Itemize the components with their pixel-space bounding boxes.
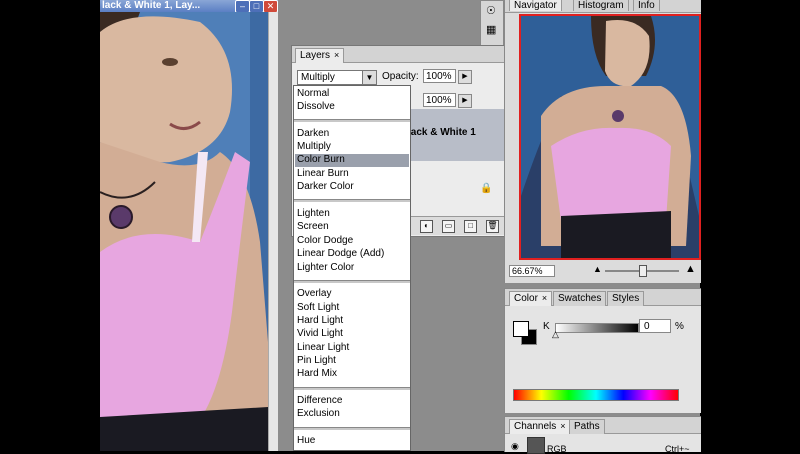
opacity-label: Opacity: <box>382 71 419 82</box>
trash-icon[interactable]: 🗑 <box>486 220 499 233</box>
tab-color[interactable]: Color × <box>509 291 553 306</box>
tab-navigator[interactable]: Navigator <box>509 0 562 11</box>
color-spectrum-bar[interactable] <box>513 389 679 401</box>
blend-separator <box>294 199 410 203</box>
zoom-in-icon[interactable]: ▲ <box>685 263 696 275</box>
layer-row-background[interactable] <box>408 161 516 216</box>
blend-item-hue[interactable]: Hue <box>297 435 315 447</box>
navigator-thumbnail <box>521 16 699 258</box>
blend-item-linear-dodge[interactable]: Linear Dodge (Add) <box>297 248 384 260</box>
lock-icon: 🔒 <box>480 183 493 194</box>
blend-item-darker-color[interactable]: Darker Color <box>297 181 354 193</box>
opacity-field[interactable]: 100% <box>423 69 456 83</box>
k-unit-label: % <box>675 321 684 332</box>
fill-field[interactable]: 100% <box>423 93 456 107</box>
k-value-field[interactable]: 0 <box>639 319 671 333</box>
blend-item-lighter-color[interactable]: Lighter Color <box>297 262 354 274</box>
channel-shortcut: Ctrl+~ <box>665 444 690 454</box>
blend-item-hard-mix[interactable]: Hard Mix <box>297 368 337 380</box>
tab-swatches[interactable]: Swatches <box>553 291 607 306</box>
foreground-color-swatch[interactable] <box>513 321 529 337</box>
letterbox-right <box>700 0 800 451</box>
opacity-arrow-icon[interactable]: ▶ <box>458 70 472 84</box>
blend-item-hard-light[interactable]: Hard Light <box>297 315 343 327</box>
blend-item-vivid-light[interactable]: Vivid Light <box>297 328 343 340</box>
blend-item-darken[interactable]: Darken <box>297 128 329 140</box>
document-window: lack & White 1, Lay... – □ ✕ <box>100 0 278 451</box>
blend-item-multiply[interactable]: Multiply <box>297 141 331 153</box>
blend-separator <box>294 427 410 431</box>
adjustment-layer-icon[interactable]: ◐ <box>420 220 433 233</box>
color-tabbar: Color × Swatches Styles <box>505 289 701 306</box>
blend-item-color-burn[interactable]: Color Burn <box>297 154 345 166</box>
tab-histogram[interactable]: Histogram <box>573 0 629 11</box>
blend-item-pin-light[interactable]: Pin Light <box>297 355 336 367</box>
tab-color-label: Color <box>514 293 538 304</box>
zoom-slider-thumb[interactable] <box>639 265 647 277</box>
close-icon[interactable]: × <box>560 421 565 431</box>
blend-item-screen[interactable]: Screen <box>297 221 329 233</box>
tab-layers-label: Layers <box>300 50 331 61</box>
document-scrollbar[interactable] <box>268 12 278 451</box>
blend-separator <box>294 387 410 391</box>
navigator-zoom-field[interactable]: 66.67% <box>509 265 555 277</box>
blend-item-overlay[interactable]: Overlay <box>297 288 331 300</box>
blend-mode-value: Multiply <box>301 72 335 83</box>
close-icon[interactable]: × <box>334 50 339 60</box>
photo-image <box>100 12 268 451</box>
blend-separator <box>294 119 410 123</box>
blend-item-linear-burn[interactable]: Linear Burn <box>297 168 349 180</box>
blend-item-exclusion[interactable]: Exclusion <box>297 408 340 420</box>
blend-item-lighten[interactable]: Lighten <box>297 208 330 220</box>
move-tool-icon[interactable]: ☉ <box>486 4 496 17</box>
document-canvas[interactable] <box>100 12 268 451</box>
fill-arrow-icon[interactable]: ▶ <box>458 94 472 108</box>
channel-thumbnail <box>527 437 545 454</box>
tab-layers[interactable]: Layers × <box>295 48 345 63</box>
layer-name: lack & White 1 <box>408 127 476 138</box>
color-panel: Color × Swatches Styles K △ 0 % <box>504 288 701 413</box>
close-icon[interactable]: × <box>542 293 547 303</box>
layers-footer: ◐ ▭ □ 🗑 <box>408 216 516 235</box>
new-layer-icon[interactable]: □ <box>464 220 477 233</box>
layer-row[interactable]: lack & White 1 <box>408 109 516 161</box>
blend-mode-select[interactable]: Multiply ▼ <box>297 70 377 85</box>
channels-tabbar: Channels × Paths <box>505 417 701 434</box>
tab-channels[interactable]: Channels × <box>509 419 571 434</box>
navigator-preview[interactable] <box>519 14 701 260</box>
blend-item-normal[interactable]: Normal <box>297 88 329 100</box>
tab-styles[interactable]: Styles <box>607 291 645 306</box>
tab-paths[interactable]: Paths <box>569 419 605 434</box>
tab-channels-label: Channels <box>514 421 557 432</box>
chevron-down-icon[interactable]: ▼ <box>362 71 376 84</box>
group-folder-icon[interactable]: ▭ <box>442 220 455 233</box>
blend-item-color-dodge[interactable]: Color Dodge <box>297 235 353 247</box>
crop-tool-icon[interactable]: ▦ <box>486 23 496 36</box>
blend-item-soft-light[interactable]: Soft Light <box>297 302 339 314</box>
blend-item-difference[interactable]: Difference <box>297 395 342 407</box>
navigator-panel: Navigator Histogram Info 66.67% ▲ ▲ <box>504 0 701 283</box>
k-channel-label: K <box>543 321 550 332</box>
letterbox-left <box>0 0 100 451</box>
tab-info[interactable]: Info <box>633 0 660 11</box>
channels-panel: Channels × Paths ◉ RGB Ctrl+~ <box>504 416 701 454</box>
channel-label: RGB <box>547 444 567 454</box>
layers-tabbar: Layers× ▸ <box>292 46 516 63</box>
blend-item-linear-light[interactable]: Linear Light <box>297 342 349 354</box>
blend-mode-list: Normal Dissolve Darken Multiply Color Bu… <box>293 85 411 451</box>
tools-strip[interactable]: ☉ ▦ <box>480 0 504 47</box>
blend-separator <box>294 280 410 284</box>
k-slider-thumb-icon[interactable]: △ <box>552 329 559 340</box>
zoom-out-icon[interactable]: ▲ <box>593 264 602 274</box>
k-slider[interactable] <box>555 323 639 333</box>
eye-icon[interactable]: ◉ <box>511 441 519 452</box>
blend-item-dissolve[interactable]: Dissolve <box>297 101 335 113</box>
navigator-tabbar: Navigator Histogram Info <box>505 0 701 13</box>
